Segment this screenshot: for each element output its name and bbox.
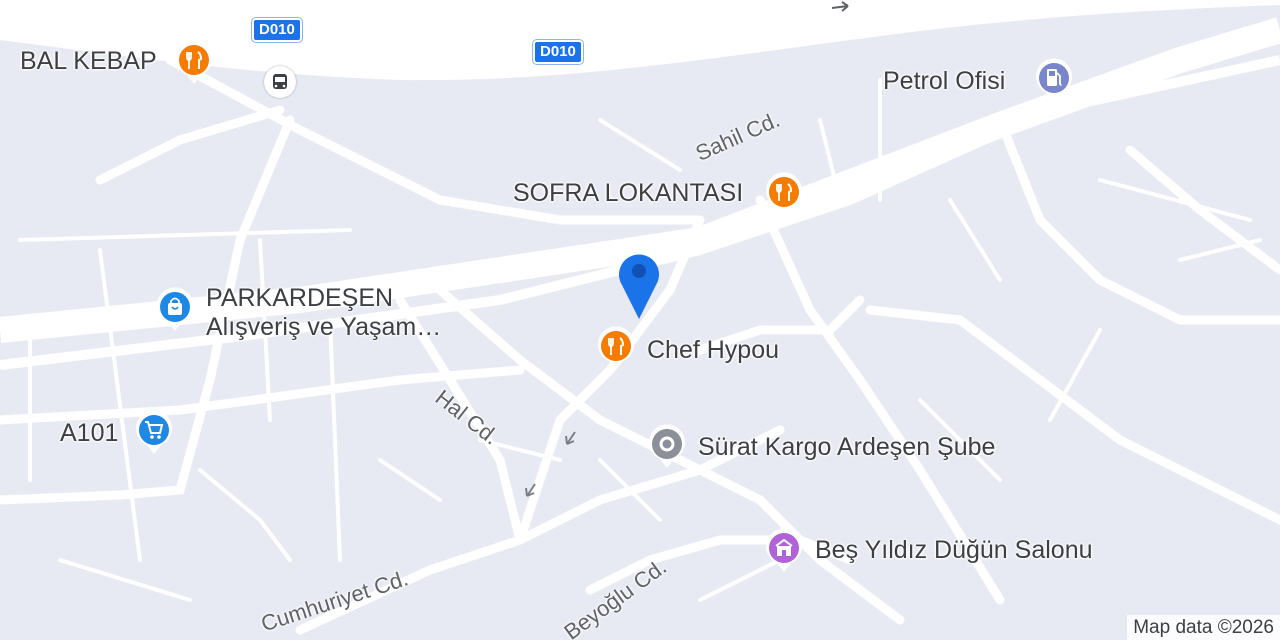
map-canvas[interactable]: D010 D010 Sahil Cd. Hal Cd. Cumhuriyet C… — [0, 0, 1280, 640]
gas-station-pin[interactable] — [1034, 56, 1074, 104]
supermarket-pin[interactable] — [134, 408, 174, 456]
restaurant-pin[interactable] — [764, 170, 804, 218]
venue-pin[interactable] — [764, 526, 804, 574]
poi-label[interactable]: Petrol Ofisi — [883, 68, 1005, 94]
highway-shield: D010 — [252, 18, 302, 42]
poi-label[interactable]: Sürat Kargo Ardeşen Şube — [698, 434, 995, 460]
poi-label[interactable]: BAL KEBAP — [20, 48, 157, 74]
highway-shield: D010 — [533, 40, 583, 64]
poi-label[interactable]: SOFRA LOKANTASI — [513, 180, 743, 206]
poi-label[interactable]: Chef Hypou — [647, 337, 779, 363]
poi-label-line2[interactable]: Alışveriş ve Yaşam… — [206, 314, 441, 340]
restaurant-pin[interactable] — [174, 38, 214, 86]
bus-stop-icon[interactable] — [264, 66, 296, 98]
poi-label[interactable]: Beş Yıldız Düğün Salonu — [815, 537, 1093, 563]
shopping-pin[interactable] — [155, 285, 195, 333]
location-marker-icon[interactable] — [611, 245, 667, 321]
poi-label[interactable]: A101 — [60, 420, 118, 446]
place-pin[interactable] — [647, 422, 687, 470]
map-attribution: Map data ©2026 — [1127, 615, 1280, 640]
poi-label[interactable]: PARKARDEŞEN — [206, 285, 393, 311]
restaurant-pin[interactable] — [596, 324, 636, 372]
